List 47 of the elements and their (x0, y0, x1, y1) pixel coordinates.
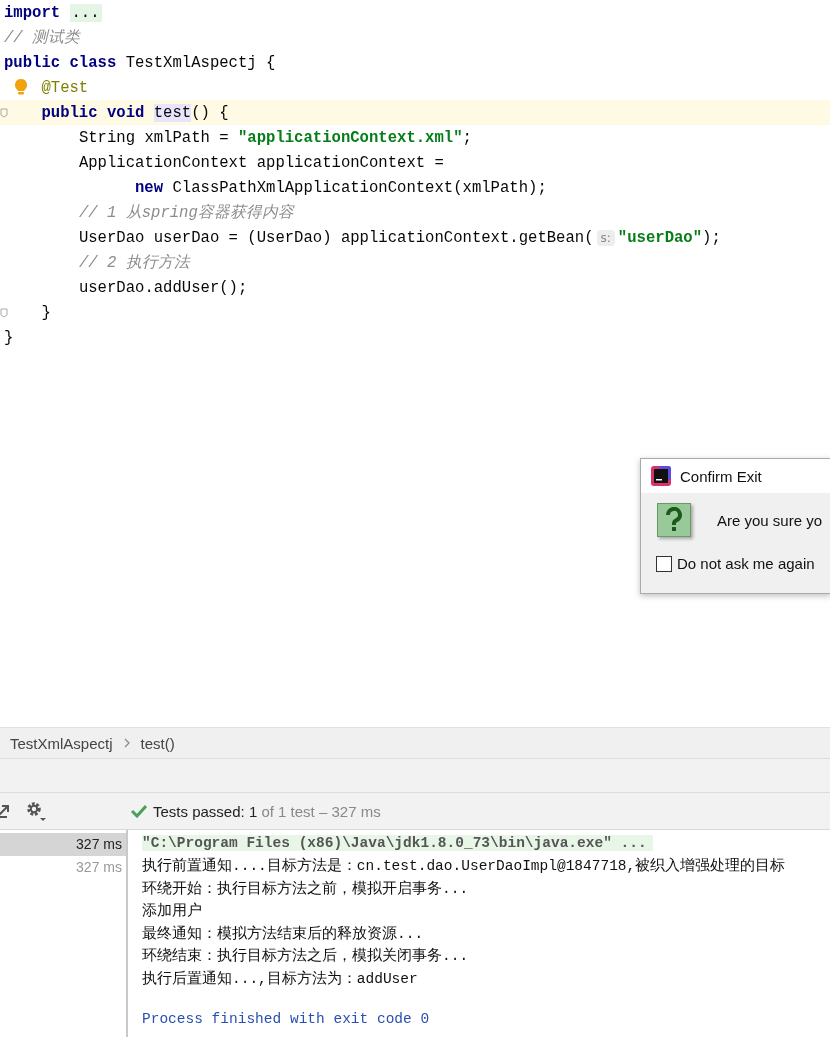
code-text: () { (191, 103, 229, 122)
fold-marker-icon (0, 107, 8, 118)
console-line: Process finished with exit code 0 (142, 1010, 430, 1027)
code-comment: // 测试类 (4, 28, 81, 48)
code-comment: // 2 执行方法 (78, 253, 190, 273)
settings-icon (25, 800, 47, 822)
console-line: 环绕结束：执行目标方法之后，模拟关闭事务... (142, 946, 469, 966)
keyword: import (4, 3, 62, 22)
method-name: test (153, 103, 192, 122)
keyword: public void (41, 103, 146, 122)
lightbulb-icon (14, 77, 28, 96)
code-text: ApplicationContext applicationContext = (78, 153, 444, 172)
string-literal: "userDao" (617, 228, 703, 247)
code-text: userDao.addUser(); (78, 278, 248, 297)
checkbox-label: Do not ask me again (677, 555, 815, 572)
question-icon (657, 503, 691, 537)
app-logo-icon (651, 466, 671, 486)
parameter-hint: s: (596, 229, 615, 246)
code-text: } (4, 328, 14, 347)
code-text: UserDao userDao = (UserDao) applicationContext.getBean( (78, 228, 594, 247)
code-text: String xmlPath = (78, 128, 230, 147)
breadcrumb-item[interactable]: test() (140, 734, 175, 752)
chevron-icon (122, 737, 131, 749)
dialog-title: Confirm Exit (680, 467, 762, 485)
checkbox[interactable] (656, 555, 672, 572)
code-comment: // 1 从spring容器获得内容 (78, 203, 294, 223)
keyword: public class (4, 53, 117, 72)
fold-marker-icon (0, 307, 8, 318)
test-status-text: Tests passed: 1 of 1 test – 327 ms (153, 802, 381, 820)
code-text: } (41, 303, 51, 322)
breadcrumb-item[interactable]: TestXmlAspectj (10, 734, 113, 752)
console-line: 执行前置通知....目标方法是：cn.test.dao.UserDaoImpl@1847718,被织入增强处理的目标 (142, 856, 786, 876)
folded-imports[interactable]: ... (69, 3, 102, 22)
test-tree-row[interactable]: 327 ms (0, 833, 126, 856)
console-line: 环绕开始：执行目标方法之前，模拟开启事务... (142, 879, 469, 898)
console-line: 最终通知：模拟方法结束后的释放资源... (142, 924, 424, 943)
dialog-message: Are you sure yo (717, 511, 823, 529)
keyword: new (135, 178, 164, 197)
code-text: TestXmlAspectj { (125, 53, 276, 72)
code-text: ClassPathXmlApplicationContext(xmlPath); (172, 178, 547, 197)
export-icon (0, 803, 11, 819)
code-text: ); (702, 228, 721, 247)
console-line: 添加用户 (142, 901, 202, 921)
code-text: ; (462, 128, 472, 147)
string-literal: "applicationContext.xml" (237, 128, 463, 147)
console-line: 执行后置通知...,目标方法为：addUser (142, 969, 418, 988)
annotation: @Test (41, 78, 89, 97)
